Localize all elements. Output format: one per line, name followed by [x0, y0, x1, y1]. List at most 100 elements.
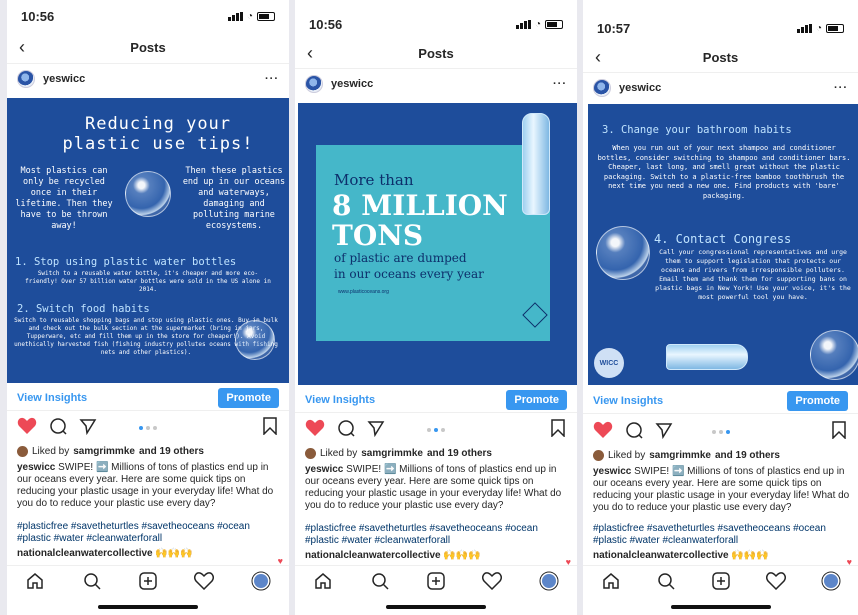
profile-icon[interactable] — [251, 571, 271, 591]
back-icon[interactable]: ‹ — [307, 43, 313, 64]
promote-button[interactable]: Promote — [506, 389, 567, 410]
bottom-tab-bar — [295, 565, 577, 595]
tip-4-heading: 4. Contact Congress — [654, 232, 792, 246]
phone-screen-3: 10:57 ◔ ‹ Posts yeswicc ··· 3. Change yo… — [583, 0, 858, 615]
search-icon[interactable] — [656, 571, 676, 591]
comment-text: 🙌🙌🙌 — [155, 548, 193, 559]
avatar[interactable] — [593, 78, 611, 97]
slide-line-5: in our oceans every year — [334, 267, 484, 281]
back-icon[interactable]: ‹ — [19, 37, 25, 58]
search-icon[interactable] — [82, 571, 102, 591]
profile-icon[interactable] — [539, 571, 559, 591]
hashtags[interactable]: #plasticfree #savetheturtles #savetheoce… — [593, 523, 852, 547]
new-post-icon[interactable] — [138, 571, 158, 591]
page-title: Posts — [702, 49, 739, 65]
likes-line: Liked by samgrimmke and 19 others — [593, 450, 852, 461]
caption: yeswicc SWIPE! ➡️ Millions of tons of pl… — [305, 464, 571, 512]
home-icon[interactable] — [313, 571, 333, 591]
caption-text: SWIPE! ➡️ Millions of tons of plastics e… — [593, 466, 850, 513]
avatar[interactable] — [305, 74, 323, 93]
share-icon[interactable] — [367, 419, 385, 442]
bookmark-icon[interactable] — [263, 416, 277, 440]
likes-user[interactable]: samgrimmke — [73, 446, 135, 457]
bookmark-icon[interactable] — [832, 420, 846, 444]
heart-icon[interactable] — [17, 417, 37, 440]
liker-avatar — [593, 450, 604, 461]
home-indicator[interactable] — [98, 605, 198, 609]
home-icon[interactable] — [25, 571, 45, 591]
likes-suffix[interactable]: and 19 others — [139, 446, 204, 457]
comment-user[interactable]: nationalcleanwatercollective — [17, 548, 153, 559]
share-icon[interactable] — [79, 417, 97, 440]
likes-line: Liked by samgrimmke and 19 others — [305, 448, 571, 459]
likes-user[interactable]: samgrimmke — [649, 450, 711, 461]
slide-left-text: Most plastics can only be recycled once … — [15, 166, 113, 231]
insights-row: View Insights Promote — [295, 387, 577, 413]
wifi-icon: ◔ — [246, 10, 253, 22]
comment-user[interactable]: nationalcleanwatercollective — [305, 550, 441, 561]
profile-icon[interactable] — [821, 571, 841, 591]
battery-icon — [826, 23, 844, 33]
comment-icon[interactable] — [49, 417, 67, 440]
bubble-graphic — [810, 330, 858, 380]
more-icon[interactable]: ··· — [834, 82, 848, 94]
activity-icon[interactable] — [765, 571, 786, 591]
new-post-icon[interactable] — [426, 571, 446, 591]
slide-right-text: Then these plastics end up in our oceans… — [182, 166, 286, 231]
home-icon[interactable] — [601, 571, 621, 591]
heart-icon[interactable] — [305, 419, 325, 442]
post-username[interactable]: yeswicc — [43, 73, 85, 85]
likes-prefix: Liked by — [608, 450, 646, 461]
comment-icon[interactable] — [337, 419, 355, 442]
likes-prefix: Liked by — [320, 448, 358, 459]
view-insights-link[interactable]: View Insights — [305, 394, 375, 406]
back-icon[interactable]: ‹ — [595, 47, 601, 68]
liker-avatar — [17, 446, 28, 457]
caption-user[interactable]: yeswicc — [593, 466, 631, 477]
post-username[interactable]: yeswicc — [619, 82, 661, 94]
promote-button[interactable]: Promote — [218, 387, 279, 408]
activity-icon[interactable] — [482, 571, 503, 591]
likes-user[interactable]: samgrimmke — [361, 448, 423, 459]
caption-user[interactable]: yeswicc — [17, 462, 55, 473]
likes-suffix[interactable]: and 19 others — [715, 450, 780, 461]
more-icon[interactable]: ··· — [265, 73, 279, 85]
battery-icon — [545, 19, 563, 29]
post-image[interactable]: Reducing your plastic use tips! Most pla… — [7, 98, 289, 383]
status-icons: ◔ — [227, 10, 275, 22]
more-icon[interactable]: ··· — [553, 78, 567, 90]
hashtags[interactable]: #plasticfree #savetheturtles #savetheoce… — [305, 523, 571, 547]
view-insights-link[interactable]: View Insights — [593, 395, 663, 407]
heart-icon[interactable] — [593, 421, 613, 444]
post-header: yeswicc ··· — [583, 72, 858, 102]
promote-button[interactable]: Promote — [787, 390, 848, 411]
home-indicator[interactable] — [670, 605, 771, 609]
caption: yeswicc SWIPE! ➡️ Millions of tons of pl… — [17, 462, 283, 510]
tip-1-text: Switch to a reusable water bottle, it's … — [25, 270, 271, 293]
liker-avatar — [305, 448, 316, 459]
status-bar: 10:56 ◔ — [295, 8, 577, 40]
status-time: 10:57 — [597, 20, 631, 36]
post-image[interactable]: 3. Change your bathroom habits When you … — [588, 104, 858, 385]
home-indicator[interactable] — [386, 605, 486, 609]
post-image[interactable]: More than 8 MILLION TONS of plastic are … — [298, 103, 577, 385]
bookmark-icon[interactable] — [551, 418, 565, 442]
bubble-graphic — [235, 320, 275, 360]
signal-icon — [796, 23, 812, 33]
action-bar — [7, 415, 289, 441]
activity-icon[interactable] — [194, 571, 215, 591]
search-icon[interactable] — [370, 571, 390, 591]
hashtags[interactable]: #plasticfree #savetheturtles #savetheoce… — [17, 521, 283, 545]
caption-user[interactable]: yeswicc — [305, 464, 343, 475]
likes-suffix[interactable]: and 19 others — [427, 448, 492, 459]
post-username[interactable]: yeswicc — [331, 78, 373, 90]
avatar[interactable] — [17, 69, 35, 88]
comment-icon[interactable] — [625, 421, 643, 444]
view-insights-link[interactable]: View Insights — [17, 392, 87, 404]
share-icon[interactable] — [655, 421, 673, 444]
bottom-tab-bar — [7, 565, 289, 595]
comment-user[interactable]: nationalcleanwatercollective — [593, 550, 729, 561]
wicc-logo-text: WICC — [599, 359, 619, 367]
new-post-icon[interactable] — [711, 571, 731, 591]
bubble-graphic — [596, 226, 650, 280]
